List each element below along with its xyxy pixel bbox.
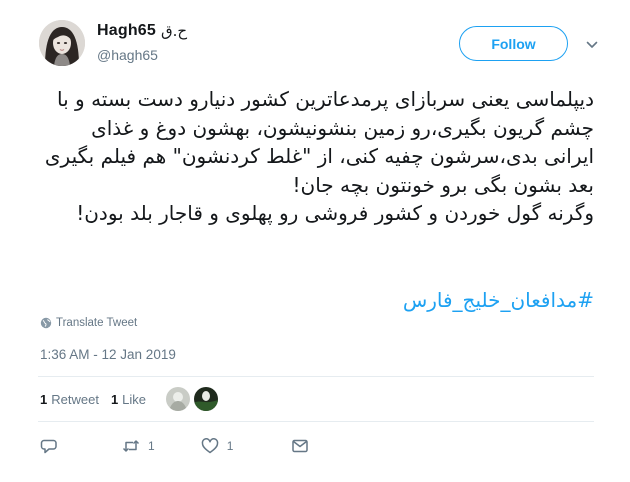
author-name-suffix[interactable]: ح.ق bbox=[161, 22, 187, 40]
like-icon bbox=[201, 438, 218, 454]
reply-icon bbox=[40, 439, 57, 454]
author-display-name[interactable]: Hagh65 bbox=[97, 22, 156, 40]
reply-button[interactable] bbox=[40, 437, 66, 455]
follow-button[interactable]: Follow bbox=[459, 26, 568, 61]
like-stat-label: Like bbox=[122, 392, 147, 407]
engagement-stats: 1 Retweet 1 Like bbox=[40, 392, 158, 407]
liker-avatar[interactable] bbox=[194, 387, 218, 411]
globe-icon bbox=[40, 317, 52, 329]
like-count: 1 bbox=[226, 439, 234, 453]
like-stat[interactable]: 1 Like bbox=[111, 392, 146, 407]
like-button[interactable]: 1 bbox=[201, 437, 234, 455]
tweet-timestamp[interactable]: 1:36 AM - 12 Jan 2019 bbox=[40, 347, 176, 362]
retweet-stat-count: 1 bbox=[40, 392, 48, 407]
like-stat-count: 1 bbox=[110, 392, 119, 407]
author-name-row[interactable]: Hagh65 ح.ق bbox=[97, 22, 187, 40]
author-handle[interactable]: @hagh65 bbox=[97, 47, 158, 63]
translate-tweet-label[interactable]: Translate Tweet bbox=[56, 317, 137, 329]
retweet-stat-label: Retweet bbox=[51, 392, 99, 407]
caret-down-icon[interactable] bbox=[585, 38, 599, 52]
tweet-actions: 1 1 bbox=[40, 437, 309, 455]
message-icon bbox=[292, 439, 309, 453]
liker-avatar[interactable] bbox=[166, 387, 190, 411]
retweet-stat[interactable]: 1 Retweet bbox=[40, 392, 99, 407]
retweet-button[interactable]: 1 bbox=[122, 437, 155, 455]
author-avatar[interactable] bbox=[39, 20, 85, 66]
translate-tweet-link[interactable]: Translate Tweet bbox=[40, 317, 137, 329]
hashtag-link[interactable]: #مدافعان_خلیج_فارس bbox=[38, 286, 594, 315]
retweet-count: 1 bbox=[148, 439, 155, 453]
tweet-text: دیپلماسی یعنی سربازای پرمدعاترین کشور دن… bbox=[44, 87, 594, 225]
direct-message-button[interactable] bbox=[291, 437, 309, 455]
divider-bottom bbox=[38, 421, 594, 422]
likers-avatars bbox=[166, 387, 218, 411]
retweet-icon bbox=[122, 440, 140, 452]
divider-top bbox=[38, 376, 594, 377]
